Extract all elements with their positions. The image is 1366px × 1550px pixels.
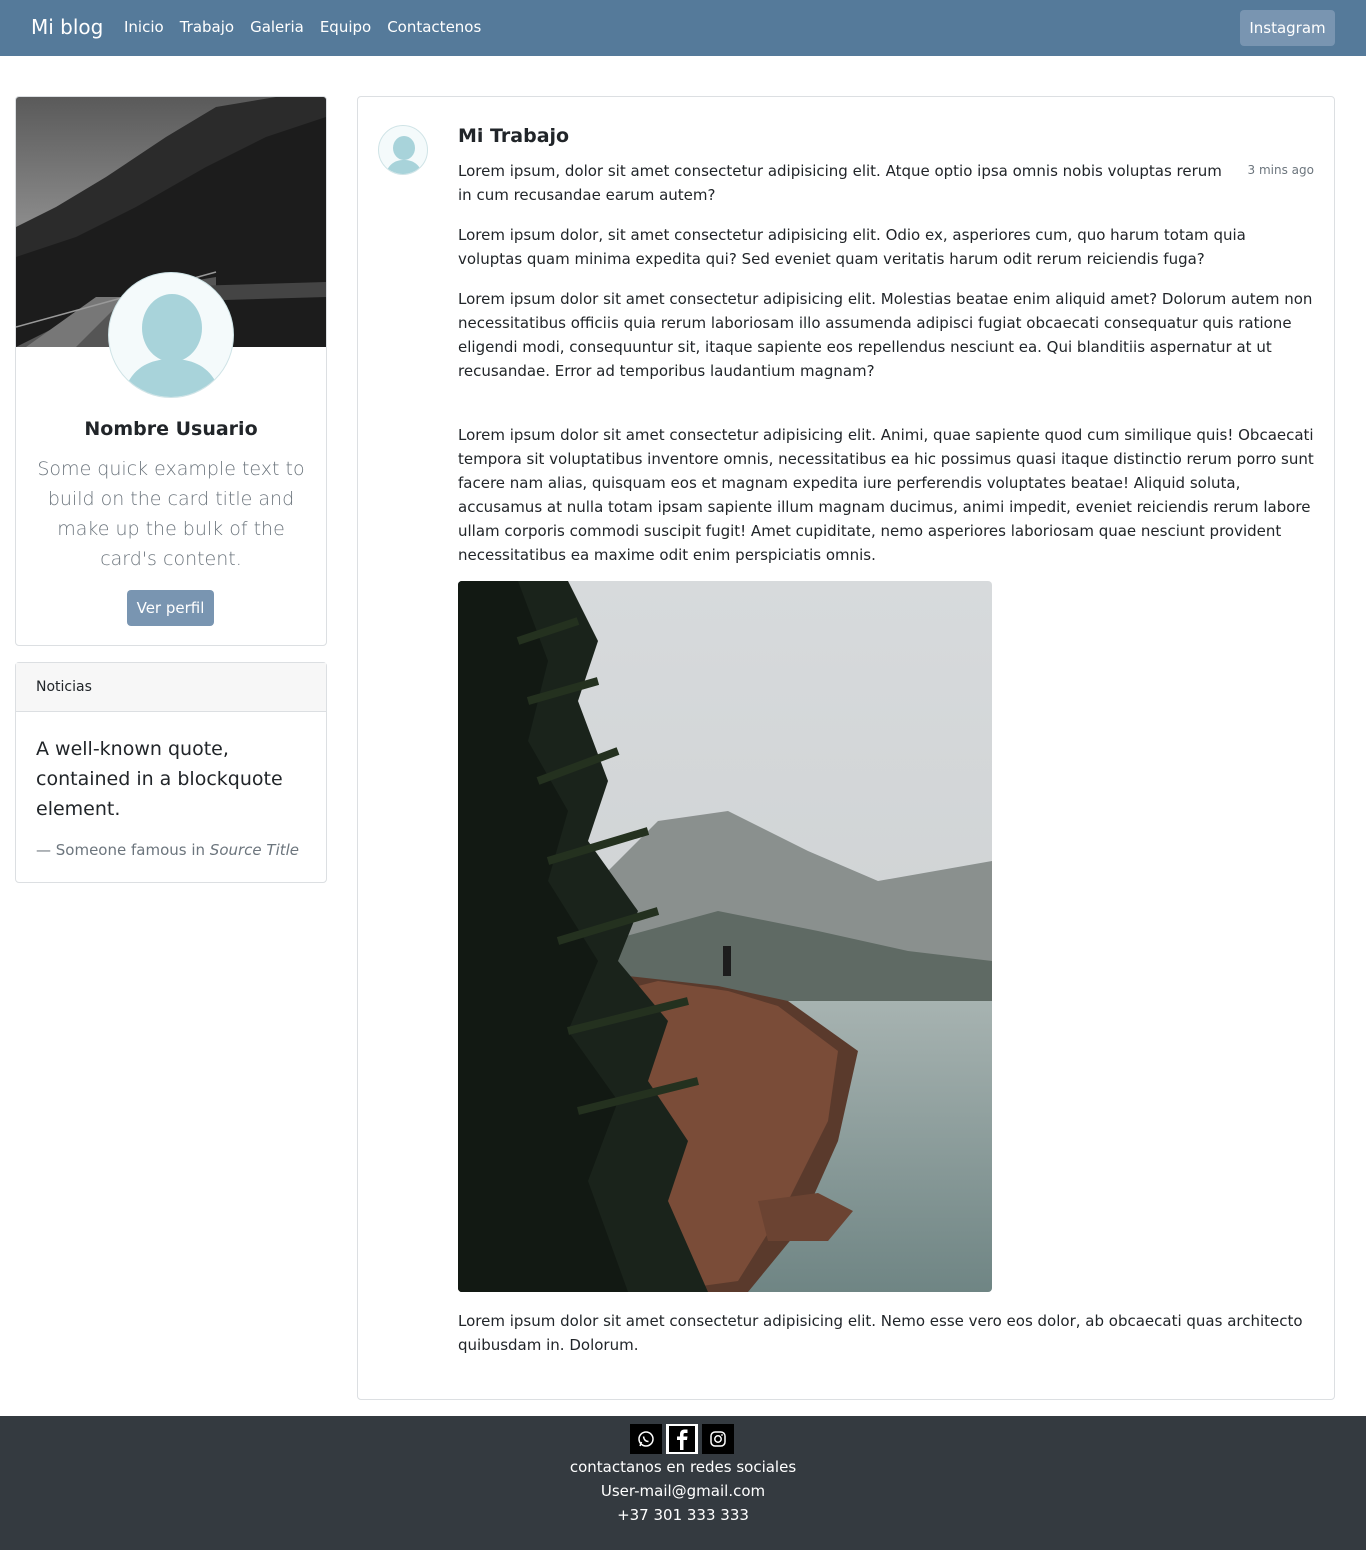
whatsapp-icon[interactable] — [630, 1424, 662, 1454]
post-title: Mi Trabajo — [458, 125, 570, 147]
nav-link-inicio[interactable]: Inicio — [124, 18, 164, 36]
profile-card: Nombre Usuario Some quick example text t… — [15, 96, 327, 646]
profile-name: Nombre Usuario — [84, 418, 258, 440]
profile-description: Some quick example text to build on the … — [37, 458, 305, 570]
blockquote: A well-known quote, contained in a block… — [36, 738, 283, 820]
instagram-button[interactable]: Instagram — [1240, 10, 1335, 46]
quote-author: — Someone famous in — [36, 841, 206, 859]
quote-source: Source Title — [209, 841, 300, 859]
post-image — [458, 581, 992, 1292]
news-card: Noticias A well-known quote, contained i… — [15, 662, 327, 883]
social-icons — [630, 1424, 734, 1454]
blockquote-footer: — Someone famous in Source Title — [36, 841, 299, 859]
nav-link-trabajo[interactable]: Trabajo — [180, 18, 234, 36]
contact-email: User-mail@gmail.com — [600, 1482, 766, 1500]
facebook-icon[interactable] — [666, 1424, 698, 1454]
post-paragraph: Lorem ipsum dolor, sit amet consectetur … — [458, 226, 1246, 268]
nav-links: Inicio Trabajo Galeria Equipo Contacteno… — [124, 18, 481, 36]
nav-link-contactenos[interactable]: Contactenos — [387, 18, 481, 36]
brand-logo[interactable]: Mi blog — [31, 15, 103, 39]
post-card: Mi Trabajo 3 mins ago Lorem ipsum, dolor… — [357, 96, 1335, 1400]
ver-perfil-button[interactable]: Ver perfil — [127, 590, 214, 626]
post-avatar — [378, 125, 428, 175]
profile-avatar — [108, 272, 234, 398]
nav-link-equipo[interactable]: Equipo — [320, 18, 371, 36]
post-paragraph: Lorem ipsum, dolor sit amet consectetur … — [458, 162, 1222, 204]
social-text: contactanos en redes sociales — [569, 1458, 797, 1476]
post-paragraph: Lorem ipsum dolor sit amet consectetur a… — [458, 1312, 1303, 1354]
nav-link-galeria[interactable]: Galeria — [250, 18, 304, 36]
instagram-icon[interactable] — [702, 1424, 734, 1454]
footer: contactanos en redes sociales User-mail@… — [0, 1416, 1366, 1550]
post-paragraph: Lorem ipsum dolor sit amet consectetur a… — [458, 426, 1314, 564]
contact-phone: +37 301 333 333 — [617, 1506, 749, 1524]
navbar: Mi blog Inicio Trabajo Galeria Equipo Co… — [0, 0, 1366, 56]
news-header: Noticias — [16, 663, 326, 712]
post-timestamp: 3 mins ago — [1247, 163, 1314, 177]
post-paragraph: Lorem ipsum dolor sit amet consectetur a… — [458, 290, 1313, 380]
